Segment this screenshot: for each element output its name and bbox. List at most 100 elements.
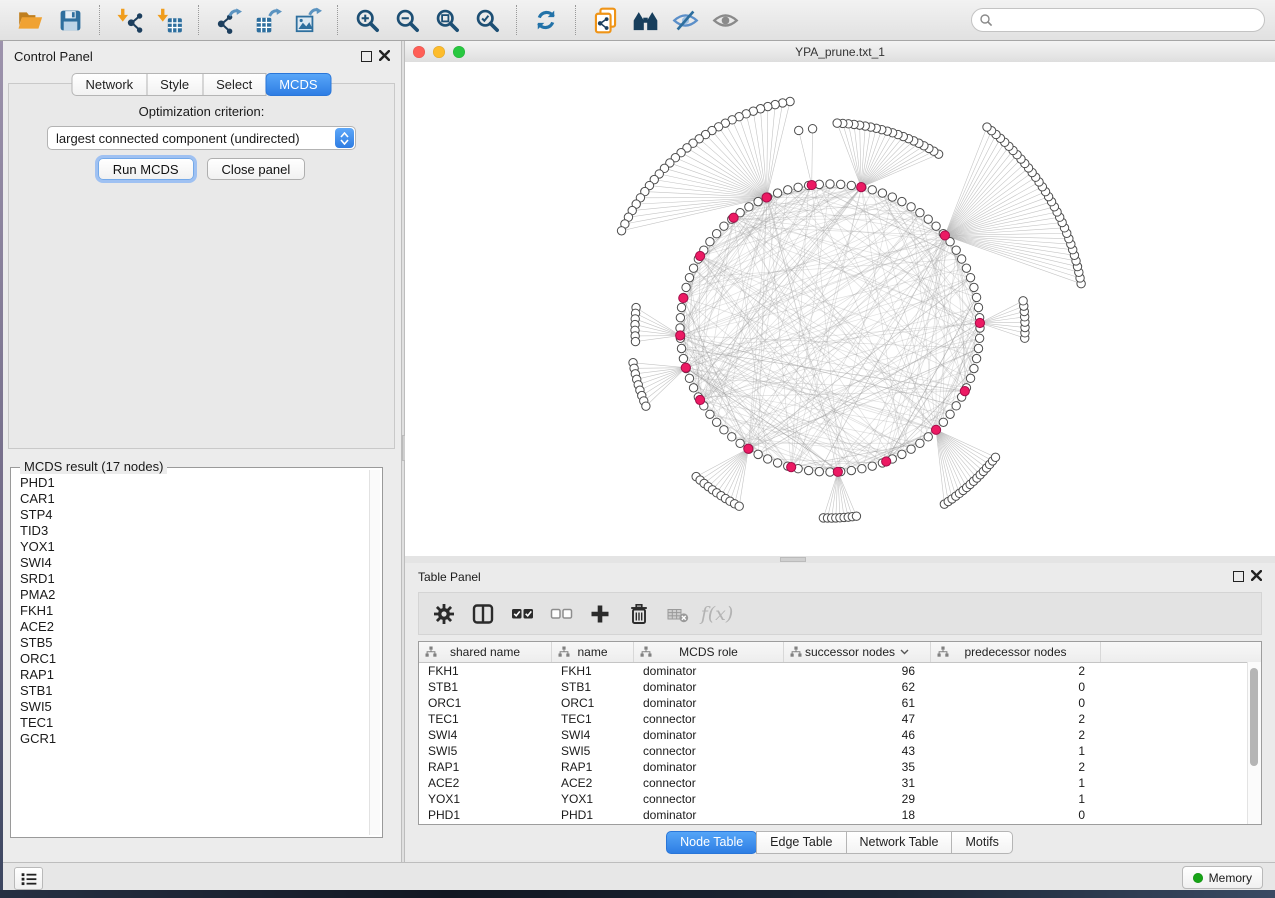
network-node[interactable] <box>642 402 650 410</box>
network-graph[interactable] <box>405 62 1275 556</box>
table-options-button[interactable] <box>431 601 457 627</box>
network-node[interactable] <box>712 418 720 426</box>
network-node[interactable] <box>712 230 720 238</box>
network-node[interactable] <box>868 462 876 470</box>
mcds-hub-node[interactable] <box>931 425 940 434</box>
delete-columns-button[interactable] <box>626 601 652 627</box>
mcds-result-item[interactable]: PMA2 <box>13 587 369 603</box>
mcds-result-item[interactable]: SRD1 <box>13 571 369 587</box>
tab-mcds[interactable]: MCDS <box>265 73 331 96</box>
network-node[interactable] <box>1019 297 1027 305</box>
table-panel-float-icon[interactable] <box>1233 571 1244 582</box>
network-node[interactable] <box>972 293 980 301</box>
network-node[interactable] <box>631 337 639 345</box>
network-node[interactable] <box>773 189 781 197</box>
mcds-result-item[interactable]: RAP1 <box>13 667 369 683</box>
network-node[interactable] <box>795 126 803 134</box>
network-node[interactable] <box>972 354 980 362</box>
table-row[interactable]: RAP1RAP1dominator352 <box>419 759 1261 775</box>
table-panel-close-icon[interactable] <box>1251 570 1262 581</box>
tab-edge-table[interactable]: Edge Table <box>756 831 846 854</box>
network-from-selection-button[interactable] <box>589 4 621 36</box>
mcds-hub-node[interactable] <box>975 318 984 327</box>
network-node[interactable] <box>898 450 906 458</box>
network-node[interactable] <box>808 125 816 133</box>
network-node[interactable] <box>676 314 684 322</box>
network-canvas[interactable] <box>405 62 1275 556</box>
network-node[interactable] <box>728 433 736 441</box>
mcds-result-item[interactable]: TID3 <box>13 523 369 539</box>
mcds-result-item[interactable]: YOX1 <box>13 539 369 555</box>
mcds-result-item[interactable]: GCR1 <box>13 731 369 747</box>
apply-layout-button[interactable] <box>530 4 562 36</box>
network-node[interactable] <box>763 455 771 463</box>
network-node[interactable] <box>970 364 978 372</box>
select-all-button[interactable] <box>509 601 535 627</box>
network-node[interactable] <box>754 450 762 458</box>
export-image-button[interactable] <box>292 4 324 36</box>
network-node[interactable] <box>924 215 932 223</box>
network-node[interactable] <box>754 197 762 205</box>
mcds-hub-node[interactable] <box>681 363 690 372</box>
mcds-result-item[interactable]: STB5 <box>13 635 369 651</box>
network-node[interactable] <box>677 344 685 352</box>
show-columns-button[interactable] <box>470 601 496 627</box>
mcds-result-item[interactable]: STB1 <box>13 683 369 699</box>
open-session-button[interactable] <box>14 4 46 36</box>
first-neighbors-button[interactable] <box>629 4 661 36</box>
network-node[interactable] <box>858 465 866 473</box>
mcds-hub-node[interactable] <box>882 457 891 466</box>
tab-node-table[interactable]: Node Table <box>666 831 757 854</box>
table-row[interactable]: STB1STB1dominator620 <box>419 679 1261 695</box>
network-node[interactable] <box>975 334 983 342</box>
network-node[interactable] <box>878 189 886 197</box>
network-node[interactable] <box>745 203 753 211</box>
network-node[interactable] <box>916 209 924 217</box>
run-mcds-button[interactable]: Run MCDS <box>98 158 194 180</box>
memory-button[interactable]: Memory <box>1182 866 1263 889</box>
table-scrollbar-thumb[interactable] <box>1250 668 1258 766</box>
mcds-result-scrollbar[interactable] <box>369 470 380 835</box>
optimization-criterion-select[interactable]: largest connected component (undirected) <box>47 126 356 150</box>
column-header-MCDS-role[interactable]: MCDS role <box>634 642 784 662</box>
tab-network-table[interactable]: Network Table <box>846 831 953 854</box>
network-node[interactable] <box>852 512 860 520</box>
mcds-hub-node[interactable] <box>833 467 842 476</box>
add-column-button[interactable] <box>587 601 613 627</box>
hide-selected-button[interactable] <box>669 4 701 36</box>
mcds-result-item[interactable]: PHD1 <box>13 475 369 491</box>
close-panel-button[interactable]: Close panel <box>207 158 306 180</box>
network-node[interactable] <box>898 197 906 205</box>
network-node[interactable] <box>966 273 974 281</box>
network-node[interactable] <box>983 123 991 131</box>
network-node[interactable] <box>682 283 690 291</box>
export-network-button[interactable] <box>212 4 244 36</box>
network-node[interactable] <box>907 445 915 453</box>
mcds-hub-node[interactable] <box>940 231 949 240</box>
mcds-hub-node[interactable] <box>679 293 688 302</box>
function-builder-button[interactable]: f(x) <box>704 601 730 627</box>
network-node[interactable] <box>974 303 982 311</box>
network-node[interactable] <box>962 264 970 272</box>
table-row[interactable]: PHD1PHD1dominator180 <box>419 807 1261 823</box>
network-node[interactable] <box>706 410 714 418</box>
show-all-button[interactable] <box>709 4 741 36</box>
column-header-successor-nodes[interactable]: successor nodes <box>784 642 931 662</box>
control-panel-float-icon[interactable] <box>361 51 372 62</box>
export-table-button[interactable] <box>252 4 284 36</box>
network-node[interactable] <box>916 439 924 447</box>
mcds-hub-node[interactable] <box>762 193 771 202</box>
network-node[interactable] <box>952 246 960 254</box>
column-header-name[interactable]: name <box>552 642 634 662</box>
mcds-result-item[interactable]: CAR1 <box>13 491 369 507</box>
network-node[interactable] <box>685 273 693 281</box>
network-node[interactable] <box>970 283 978 291</box>
table-row[interactable]: YOX1YOX1connector291 <box>419 791 1261 807</box>
tab-select[interactable]: Select <box>202 73 266 96</box>
network-node[interactable] <box>957 255 965 263</box>
network-node[interactable] <box>679 354 687 362</box>
network-node[interactable] <box>974 344 982 352</box>
network-node[interactable] <box>952 402 960 410</box>
network-node[interactable] <box>706 238 714 246</box>
mcds-hub-node[interactable] <box>960 387 969 396</box>
